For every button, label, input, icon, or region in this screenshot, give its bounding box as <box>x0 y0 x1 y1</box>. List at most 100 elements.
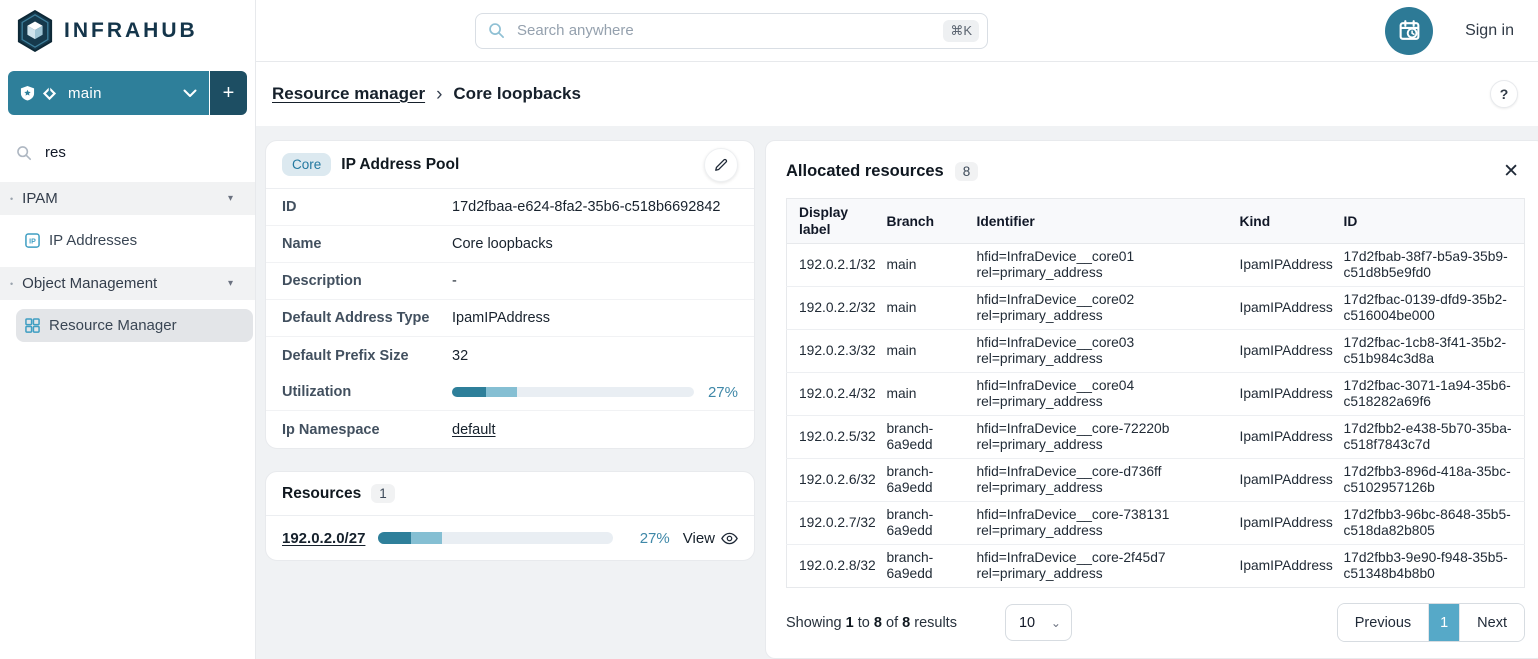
resource-row: 192.0.2.0/27 27% View <box>266 516 754 560</box>
help-button[interactable]: ? <box>1490 80 1518 108</box>
branch-icon <box>42 86 57 101</box>
sidebar-section-object-management[interactable]: • Object Management ▾ <box>0 267 255 300</box>
column-header-identifier: Identifier <box>965 199 1228 244</box>
chevron-down-icon: ▾ <box>228 278 233 289</box>
eye-icon <box>721 532 738 545</box>
add-branch-button[interactable]: + <box>210 71 247 115</box>
cell-identifier: hfid=InfraDevice__core04 rel=primary_add… <box>965 373 1228 416</box>
search-icon <box>16 145 32 161</box>
table-row[interactable]: 192.0.2.4/32 main hfid=InfraDevice__core… <box>787 373 1525 416</box>
breadcrumb-parent-link[interactable]: Resource manager <box>272 84 425 104</box>
cell-id: 17d2fbab-38f7-b5a9-35b9-c51d8b5e9fd0 <box>1332 244 1525 287</box>
content: Core IP Address Pool ID <box>256 126 1538 659</box>
cell-display-label: 192.0.2.4/32 <box>787 373 875 416</box>
branch-name: main <box>68 85 102 102</box>
view-label: View <box>683 530 715 547</box>
cell-identifier: hfid=InfraDevice__core03 rel=primary_add… <box>965 330 1228 373</box>
prefix-link[interactable]: 192.0.2.0/27 <box>282 530 365 547</box>
logo: INFRAHUB <box>0 0 255 62</box>
page-1-button[interactable]: 1 <box>1428 604 1459 641</box>
bullet-icon: • <box>10 279 13 289</box>
chevron-down-icon: ▾ <box>228 193 233 204</box>
sidebar: INFRAHUB main + <box>0 0 256 659</box>
breadcrumb: Resource manager › Core loopbacks <box>272 84 581 104</box>
search-icon <box>488 22 505 39</box>
allocated-title: Allocated resources <box>786 162 944 181</box>
bar-segment-light <box>411 532 441 544</box>
cell-id: 17d2fbac-1cb8-3f41-35b2-c51b984c3d8a <box>1332 330 1525 373</box>
pencil-icon <box>714 158 728 172</box>
cell-kind: IpamIPAddress <box>1228 502 1332 545</box>
field-row: ID 17d2fbaa-e624-8fa2-35b6-c518b6692842 <box>266 189 754 226</box>
field-row: Description - <box>266 263 754 300</box>
cell-branch: branch-6a9edd <box>875 416 965 459</box>
bar-segment-light <box>486 387 517 397</box>
sidebar-item-ip-addresses[interactable]: IP IP Addresses <box>16 224 253 257</box>
pagination: Previous 1 Next <box>1337 603 1525 642</box>
branch-selector[interactable]: main <box>8 71 209 115</box>
cell-kind: IpamIPAddress <box>1228 244 1332 287</box>
table-row[interactable]: 192.0.2.5/32 branch-6a9edd hfid=InfraDev… <box>787 416 1525 459</box>
edit-button[interactable] <box>704 148 738 182</box>
cell-kind: IpamIPAddress <box>1228 330 1332 373</box>
cell-identifier: hfid=InfraDevice__core-72220b rel=primar… <box>965 416 1228 459</box>
bar-segment-dark <box>378 532 411 544</box>
page: INFRAHUB main + <box>0 0 1538 659</box>
cell-branch: main <box>875 373 965 416</box>
table-row[interactable]: 192.0.2.2/32 main hfid=InfraDevice__core… <box>787 287 1525 330</box>
global-search[interactable]: ⌘K <box>475 13 988 49</box>
resources-count-badge: 1 <box>371 484 395 503</box>
cell-identifier: hfid=InfraDevice__core01 rel=primary_add… <box>965 244 1228 287</box>
cell-branch: main <box>875 287 965 330</box>
table-row[interactable]: 192.0.2.3/32 main hfid=InfraDevice__core… <box>787 330 1525 373</box>
sidebar-item-resource-manager[interactable]: Resource Manager <box>16 309 253 342</box>
column-header-branch: Branch <box>875 199 965 244</box>
bar-segment-dark <box>452 387 486 397</box>
sidebar-section-ipam[interactable]: • IPAM ▾ <box>0 182 255 215</box>
cell-identifier: hfid=InfraDevice__core-738131 rel=primar… <box>965 502 1228 545</box>
schema-avatar-button[interactable] <box>1385 7 1433 55</box>
field-row: Default Address Type IpamIPAddress <box>266 300 754 337</box>
next-page-button[interactable]: Next <box>1459 604 1524 641</box>
previous-page-button[interactable]: Previous <box>1338 604 1428 641</box>
table-row[interactable]: 192.0.2.1/32 main hfid=InfraDevice__core… <box>787 244 1525 287</box>
resource-percent: 27% <box>640 530 670 547</box>
utilization-label: Utilization <box>282 384 452 400</box>
chevron-right-icon: › <box>436 85 442 104</box>
page-size-select[interactable]: 10 ⌄ <box>1005 604 1072 641</box>
cell-id: 17d2fbb3-896d-418a-35bc-c5102957126b <box>1332 459 1525 502</box>
sidebar-search-input[interactable] <box>43 143 239 162</box>
table-row[interactable]: 192.0.2.7/32 branch-6a9edd hfid=InfraDev… <box>787 502 1525 545</box>
cell-display-label: 192.0.2.7/32 <box>787 502 875 545</box>
utilization-bar <box>452 387 694 397</box>
cell-branch: branch-6a9edd <box>875 502 965 545</box>
brand-name: INFRAHUB <box>64 19 198 43</box>
view-button[interactable]: View <box>683 530 738 547</box>
cell-kind: IpamIPAddress <box>1228 287 1332 330</box>
global-search-input[interactable] <box>515 21 933 40</box>
column-header-display-label: Display label <box>787 199 875 244</box>
sign-in-link[interactable]: Sign in <box>1465 22 1514 40</box>
allocated-table-body: 192.0.2.1/32 main hfid=InfraDevice__core… <box>787 244 1525 588</box>
cell-branch: branch-6a9edd <box>875 459 965 502</box>
table-footer: Showing 1 to 8 of 8 results 10 ⌄ Previou… <box>786 603 1525 642</box>
main: ⌘K Sign in <box>256 0 1538 659</box>
table-row[interactable]: 192.0.2.6/32 branch-6a9edd hfid=InfraDev… <box>787 459 1525 502</box>
resources-card: Resources 1 192.0.2.0/27 27% View <box>265 471 755 561</box>
cell-kind: IpamIPAddress <box>1228 416 1332 459</box>
sidebar-nav: • IPAM ▾ IP IP Addresses • Object Manage… <box>0 182 255 352</box>
cell-display-label: 192.0.2.6/32 <box>787 459 875 502</box>
cell-identifier: hfid=InfraDevice__core-2f45d7 rel=primar… <box>965 545 1228 588</box>
allocated-table: Display label Branch Identifier Kind ID … <box>786 198 1525 588</box>
table-row[interactable]: 192.0.2.8/32 branch-6a9edd hfid=InfraDev… <box>787 545 1525 588</box>
branch-row: main + <box>8 71 247 115</box>
close-icon[interactable]: ✕ <box>1497 161 1525 182</box>
field-row: Name Core loopbacks <box>266 226 754 263</box>
cell-identifier: hfid=InfraDevice__core-d736ff rel=primar… <box>965 459 1228 502</box>
cell-display-label: 192.0.2.5/32 <box>787 416 875 459</box>
results-summary: Showing 1 to 8 of 8 results <box>786 615 957 631</box>
namespace-label: Ip Namespace <box>282 422 452 438</box>
namespace-link[interactable]: default <box>452 422 496 438</box>
cell-kind: IpamIPAddress <box>1228 459 1332 502</box>
field-row: Default Prefix Size 32 <box>266 337 754 374</box>
